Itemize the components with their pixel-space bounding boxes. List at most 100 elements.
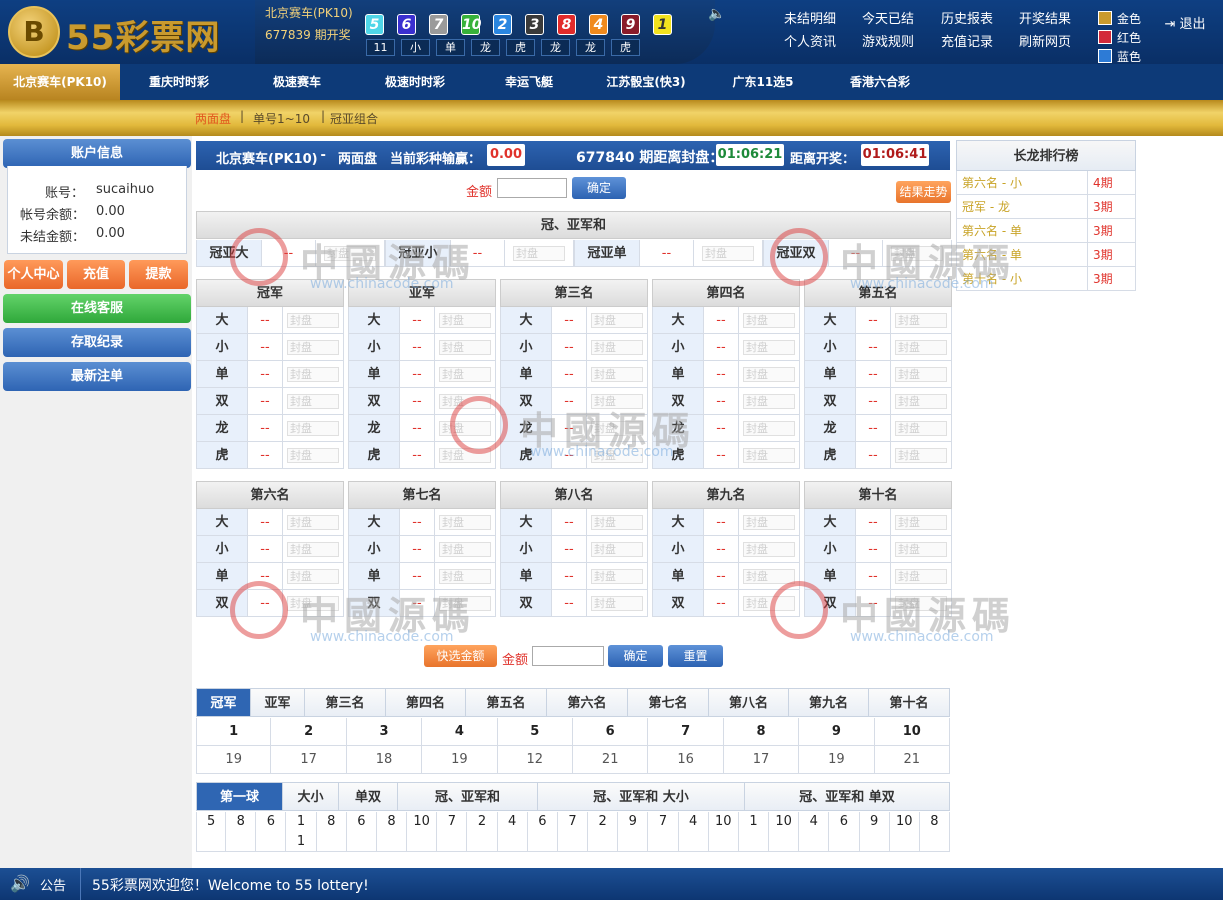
sealed-input[interactable]: 封盘 (439, 367, 491, 382)
personal-center-button[interactable]: 个人中心 (4, 260, 63, 289)
theme-label[interactable]: 金色 (1117, 10, 1141, 27)
sealed-input[interactable]: 封盘 (743, 421, 795, 436)
bet-option[interactable]: 双 (196, 590, 248, 617)
bet-option[interactable]: 单 (804, 361, 856, 388)
sealed-input[interactable]: 封盘 (591, 340, 643, 355)
result-trend-button[interactable]: 结果走势 (896, 181, 951, 203)
sealed-input[interactable]: 封盘 (439, 515, 491, 530)
header-link[interactable]: 历史报表 (941, 8, 993, 27)
sealed-input[interactable]: 封盘 (287, 421, 339, 436)
sealed-input[interactable]: 封盘 (702, 246, 754, 261)
sealed-input[interactable]: 封盘 (439, 313, 491, 328)
road-tab[interactable]: 大小 (283, 782, 339, 811)
stats-tab[interactable]: 第七名 (628, 688, 709, 717)
stats-tab[interactable]: 第六名 (547, 688, 628, 717)
bet-option[interactable]: 虎 (652, 442, 704, 469)
road-tab[interactable]: 冠、亚军和 单双 (745, 782, 950, 811)
sealed-input[interactable]: 封盘 (743, 448, 795, 463)
records-button[interactable]: 存取纪录 (3, 328, 191, 357)
bet-option[interactable]: 虎 (804, 442, 856, 469)
bet-option[interactable]: 虎 (500, 442, 552, 469)
nav-tab[interactable]: 极速赛车 (238, 64, 356, 100)
bet-option[interactable]: 双 (804, 590, 856, 617)
sealed-input[interactable]: 封盘 (591, 313, 643, 328)
theme-swatch[interactable] (1098, 11, 1112, 25)
sealed-input[interactable]: 封盘 (895, 448, 947, 463)
bet-option[interactable]: 双 (652, 388, 704, 415)
sum-option[interactable]: 冠亚小 (385, 240, 451, 267)
stats-tab[interactable]: 第四名 (386, 688, 466, 717)
bet-option[interactable]: 双 (348, 388, 400, 415)
sealed-input[interactable]: 封盘 (743, 542, 795, 557)
subnav-tab[interactable]: 冠亚组合 (330, 110, 378, 127)
sum-option[interactable]: 冠亚大 (196, 240, 262, 267)
sum-option[interactable]: 冠亚单 (574, 240, 640, 267)
sealed-input[interactable]: 封盘 (743, 596, 795, 611)
bet-option[interactable]: 双 (500, 388, 552, 415)
stats-tab[interactable]: 第八名 (709, 688, 789, 717)
sealed-input[interactable]: 封盘 (895, 515, 947, 530)
sealed-input[interactable]: 封盘 (891, 246, 943, 261)
sealed-input[interactable]: 封盘 (895, 542, 947, 557)
bet-option[interactable]: 单 (652, 563, 704, 590)
bet-option[interactable]: 双 (500, 590, 552, 617)
sealed-input[interactable]: 封盘 (513, 246, 565, 261)
sealed-input[interactable]: 封盘 (287, 596, 339, 611)
theme-swatch[interactable] (1098, 30, 1112, 44)
reset-button[interactable]: 重置 (668, 645, 723, 667)
header-link[interactable]: 个人资讯 (784, 31, 836, 50)
road-tab[interactable]: 第一球 (196, 782, 283, 811)
confirm-button[interactable]: 确定 (572, 177, 626, 199)
sealed-input[interactable]: 封盘 (591, 542, 643, 557)
nav-tab[interactable]: 香港六合彩 (818, 64, 942, 100)
sealed-input[interactable]: 封盘 (743, 367, 795, 382)
bet-option[interactable]: 单 (804, 563, 856, 590)
sealed-input[interactable]: 封盘 (895, 394, 947, 409)
sealed-input[interactable]: 封盘 (439, 394, 491, 409)
latest-bets-button[interactable]: 最新注单 (3, 362, 191, 391)
bet-option[interactable]: 龙 (196, 415, 248, 442)
online-service-button[interactable]: 在线客服 (3, 294, 191, 323)
sound-icon[interactable]: 🔈 (708, 6, 725, 22)
road-tab[interactable]: 冠、亚军和 大小 (538, 782, 745, 811)
bet-option[interactable]: 大 (500, 307, 552, 334)
header-link[interactable]: 今天已结 (862, 8, 914, 27)
logout-button[interactable]: ⇥ 退出 (1154, 10, 1216, 40)
sealed-input[interactable]: 封盘 (439, 596, 491, 611)
sum-option[interactable]: 冠亚双 (763, 240, 829, 267)
sealed-input[interactable]: 封盘 (895, 421, 947, 436)
sealed-input[interactable]: 封盘 (591, 448, 643, 463)
sealed-input[interactable]: 封盘 (439, 569, 491, 584)
bet-option[interactable]: 单 (196, 361, 248, 388)
sealed-input[interactable]: 封盘 (287, 448, 339, 463)
bet-option[interactable]: 单 (348, 361, 400, 388)
header-link[interactable]: 游戏规则 (862, 31, 914, 50)
bet-option[interactable]: 龙 (804, 415, 856, 442)
theme-label[interactable]: 蓝色 (1117, 48, 1141, 65)
sealed-input[interactable]: 封盘 (591, 394, 643, 409)
sealed-input[interactable]: 封盘 (743, 515, 795, 530)
bet-option[interactable]: 小 (500, 536, 552, 563)
bet-option[interactable]: 大 (804, 509, 856, 536)
nav-tab[interactable]: 极速时时彩 (356, 64, 474, 100)
sealed-input[interactable]: 封盘 (439, 542, 491, 557)
sealed-input[interactable]: 封盘 (439, 421, 491, 436)
sealed-input[interactable]: 封盘 (439, 340, 491, 355)
sealed-input[interactable]: 封盘 (895, 340, 947, 355)
bet-option[interactable]: 小 (804, 536, 856, 563)
site-logo[interactable]: B 55彩票网 (8, 6, 253, 58)
nav-tab[interactable]: 重庆时时彩 (120, 64, 238, 100)
header-link[interactable]: 刷新网页 (1019, 31, 1071, 50)
sealed-input[interactable]: 封盘 (591, 596, 643, 611)
sealed-input[interactable]: 封盘 (743, 340, 795, 355)
amount-input[interactable] (497, 178, 567, 198)
sealed-input[interactable]: 封盘 (895, 596, 947, 611)
sealed-input[interactable]: 封盘 (895, 313, 947, 328)
bet-option[interactable]: 大 (500, 509, 552, 536)
bet-option[interactable]: 小 (196, 334, 248, 361)
bet-option[interactable]: 龙 (652, 415, 704, 442)
withdraw-button[interactable]: 提款 (129, 260, 188, 289)
sealed-input[interactable]: 封盘 (895, 569, 947, 584)
nav-tab[interactable]: 江苏骰宝(快3) (584, 64, 708, 100)
confirm-button-bottom[interactable]: 确定 (608, 645, 663, 667)
